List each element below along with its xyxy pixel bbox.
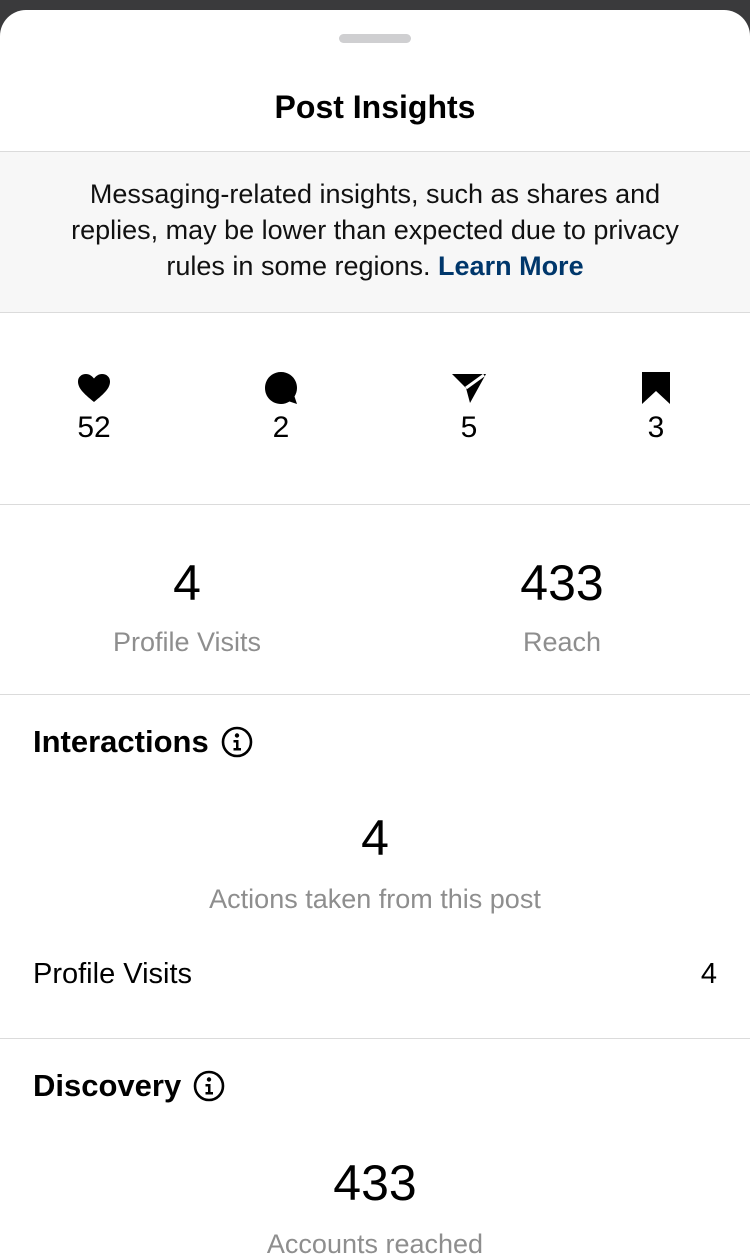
interaction-row-profile-visits: Profile Visits 4 bbox=[33, 956, 717, 992]
privacy-notice: Messaging-related insights, such as shar… bbox=[0, 152, 750, 312]
sheet-grabber[interactable] bbox=[339, 34, 411, 43]
likes-stat: 52 bbox=[44, 370, 144, 446]
interactions-total-label: Actions taken from this post bbox=[209, 884, 541, 914]
reach-label: Reach bbox=[522, 627, 602, 657]
row-label: Profile Visits bbox=[33, 958, 193, 990]
divider bbox=[0, 1038, 750, 1039]
interactions-header: Interactions bbox=[33, 722, 253, 762]
notice-text-block: Messaging-related insights, such as shar… bbox=[50, 176, 700, 284]
heart-icon bbox=[44, 370, 144, 406]
comments-count: 2 bbox=[272, 411, 290, 444]
notice-text: Messaging-related insights, such as shar… bbox=[71, 179, 679, 281]
shares-count: 5 bbox=[460, 411, 478, 444]
reach-metric: 433 Reach bbox=[412, 558, 712, 658]
divider bbox=[0, 694, 750, 695]
profile-visits-metric: 4 Profile Visits bbox=[37, 558, 337, 658]
discovery-total-label: Accounts reached bbox=[266, 1229, 484, 1259]
divider bbox=[0, 504, 750, 505]
discovery-header: Discovery bbox=[33, 1066, 225, 1106]
divider bbox=[0, 312, 750, 313]
learn-more-link[interactable]: Learn More bbox=[438, 251, 584, 281]
reach-value: 433 bbox=[520, 555, 604, 611]
info-icon[interactable] bbox=[193, 1070, 225, 1102]
profile-visits-label: Profile Visits bbox=[112, 627, 262, 657]
row-value: 4 bbox=[700, 958, 717, 990]
info-icon[interactable] bbox=[221, 726, 253, 758]
comment-icon bbox=[231, 370, 331, 406]
share-icon bbox=[419, 370, 519, 406]
interactions-total-value: 4 bbox=[361, 810, 389, 866]
insights-sheet: Post Insights Messaging-related insights… bbox=[0, 10, 750, 1259]
profile-visits-value: 4 bbox=[173, 555, 201, 611]
discovery-total: 433 Accounts reached bbox=[0, 1158, 750, 1259]
interactions-total: 4 Actions taken from this post bbox=[0, 813, 750, 915]
comments-stat: 2 bbox=[231, 370, 331, 446]
saves-count: 3 bbox=[647, 411, 665, 444]
discovery-title: Discovery bbox=[33, 1068, 182, 1103]
discovery-total-value: 433 bbox=[333, 1155, 417, 1211]
shares-stat: 5 bbox=[419, 370, 519, 446]
likes-count: 52 bbox=[77, 411, 111, 444]
saves-stat: 3 bbox=[606, 370, 706, 446]
sheet-title: Post Insights bbox=[274, 89, 476, 125]
interactions-title: Interactions bbox=[33, 724, 209, 759]
bookmark-icon bbox=[606, 370, 706, 406]
